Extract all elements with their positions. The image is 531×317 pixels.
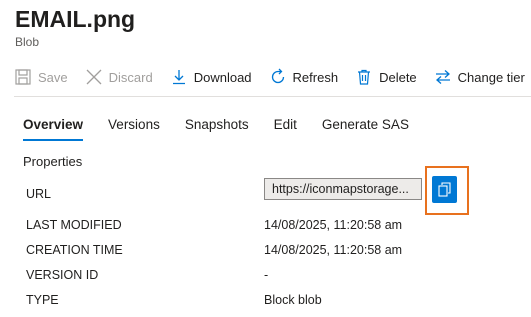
- swap-arrows-icon: [434, 68, 452, 86]
- last-modified-value: 14/08/2025, 11:20:58 am: [264, 218, 403, 232]
- delete-label: Delete: [379, 69, 417, 85]
- tab-versions[interactable]: Versions: [108, 116, 160, 146]
- save-label: Save: [38, 69, 68, 85]
- page-header: EMAIL.png Blob: [15, 4, 135, 49]
- download-label: Download: [193, 69, 252, 85]
- tab-overview[interactable]: Overview: [23, 116, 84, 146]
- discard-label: Discard: [108, 69, 153, 85]
- version-id-value: -: [264, 268, 269, 282]
- refresh-label: Refresh: [292, 69, 339, 85]
- discard-button[interactable]: Discard: [85, 68, 153, 86]
- download-icon: [170, 68, 188, 86]
- download-button[interactable]: Download: [170, 68, 252, 86]
- page-subtitle: Blob: [15, 35, 40, 49]
- change-tier-button[interactable]: Change tier: [434, 68, 525, 86]
- tab-generate-sas[interactable]: Generate SAS: [322, 116, 409, 146]
- toolbar-divider: [14, 96, 531, 97]
- last-modified-label: LAST MODIFIED: [26, 218, 122, 232]
- save-button[interactable]: Save: [14, 68, 68, 86]
- refresh-icon: [269, 68, 287, 86]
- copy-url-button[interactable]: [432, 176, 457, 203]
- tab-edit[interactable]: Edit: [274, 116, 297, 146]
- close-icon: [85, 68, 103, 86]
- properties-heading: Properties: [23, 154, 83, 169]
- url-field[interactable]: https://iconmapstorage...: [264, 178, 422, 200]
- type-value: Block blob: [264, 293, 322, 307]
- trash-icon: [355, 68, 373, 86]
- change-tier-label: Change tier: [457, 69, 525, 85]
- tab-snapshots[interactable]: Snapshots: [185, 116, 249, 146]
- url-label: URL: [26, 187, 52, 201]
- type-label: TYPE: [26, 293, 59, 307]
- save-icon: [14, 68, 32, 86]
- creation-time-label: CREATION TIME: [26, 243, 123, 257]
- page-title: EMAIL.png: [15, 6, 136, 32]
- refresh-button[interactable]: Refresh: [269, 68, 339, 86]
- creation-time-value: 14/08/2025, 11:20:58 am: [264, 243, 403, 257]
- tab-bar: Overview Versions Snapshots Edit Generat…: [23, 116, 434, 146]
- command-toolbar: Save Discard Download Refresh Delete Cha…: [14, 62, 531, 92]
- copy-icon: [438, 182, 451, 197]
- delete-button[interactable]: Delete: [355, 68, 417, 86]
- version-id-label: VERSION ID: [26, 268, 99, 282]
